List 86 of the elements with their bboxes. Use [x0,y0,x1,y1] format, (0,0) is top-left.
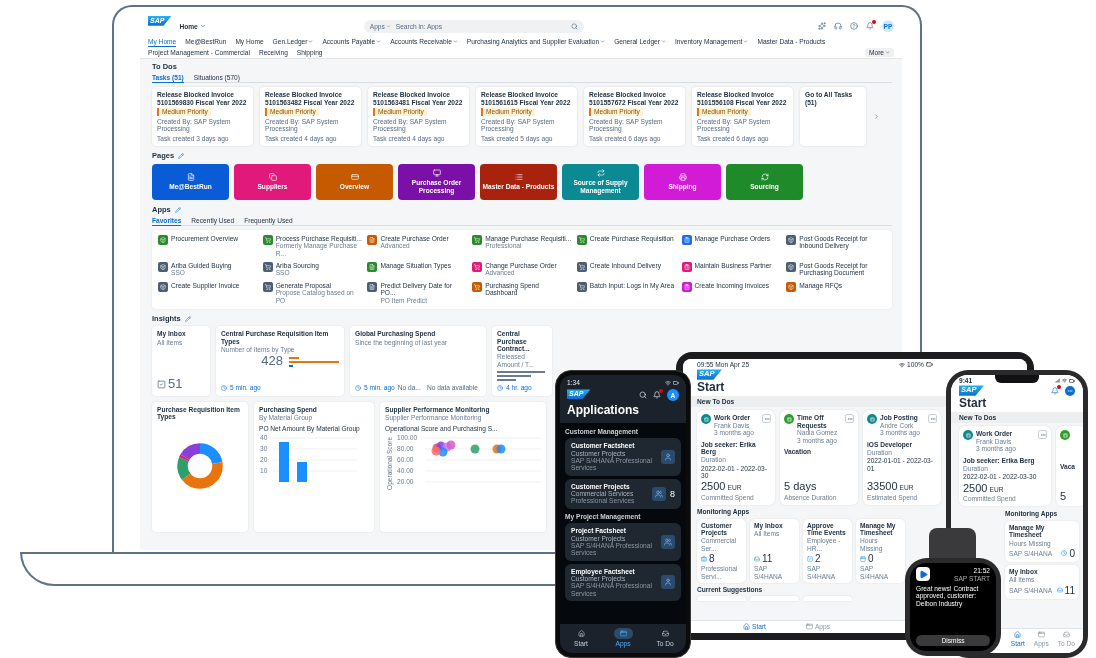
caret-icon [385,23,391,29]
briefcase-icon [701,555,707,562]
documents-icon [268,172,277,181]
count-value: 8 [709,553,715,565]
chevron-right-icon[interactable] [873,113,880,121]
amount-value: 2500 [701,480,726,493]
app-icon-background[interactable] [661,449,675,464]
bell-icon [866,22,874,30]
checkbox-icon [157,379,166,389]
bell-icon [653,391,661,400]
user-avatar[interactable] [1065,385,1075,396]
notifications-button[interactable] [866,22,874,30]
ellipsis-icon [1067,387,1073,394]
caret-icon [199,23,206,29]
document-icon [186,172,195,181]
wifi-icon [899,361,906,368]
inbox-icon [661,630,669,637]
notifications-button[interactable] [1051,386,1059,395]
amount-value: 5 days [784,480,817,493]
checkmark-icon [807,555,813,562]
house-icon [1014,631,1022,638]
window-icon [619,630,627,637]
mini-bar-list-drawing [289,356,339,367]
window-icon [805,623,813,630]
person-icon [664,452,672,461]
ellipsis-icon [1039,431,1046,438]
calendar-icon [860,555,866,562]
edit-icon[interactable] [184,316,191,323]
sparkle-icon[interactable] [818,22,826,30]
ellipsis-icon [763,415,770,422]
printer-icon [678,172,687,181]
count-value: 428 [261,354,283,369]
house-icon [743,623,750,630]
notifications-button[interactable] [653,391,661,400]
app-icon-background[interactable] [661,575,675,590]
people-icon [655,489,663,498]
more-button[interactable] [928,414,937,424]
count-value: 51 [168,377,183,392]
list-icon [514,172,523,181]
edit-icon[interactable] [174,206,181,213]
status-icons-drawing [665,379,679,386]
person-icon [664,578,672,587]
clock-icon [497,384,503,391]
amount-value: 5 [1060,490,1067,503]
page-title: Start [697,380,725,395]
window-icon [1037,631,1045,638]
monitor-icon [432,169,441,178]
card-icon [350,172,359,181]
amount-value: 2500 [963,481,988,494]
app-icon-background[interactable] [652,486,666,501]
donut-chart-drawing [177,443,223,490]
count-value: 11 [762,553,773,565]
battery-icon [925,361,933,369]
page-title: Start [959,396,987,411]
count-value: 0 [1069,547,1075,560]
bell-icon [1051,386,1059,395]
bar-chart-drawing [279,441,307,482]
ellipsis-icon [929,415,936,422]
app-icon-background[interactable] [661,534,675,549]
clock-icon [221,384,227,391]
more-button[interactable] [845,414,854,424]
clock-icon [1061,550,1068,557]
count-value: 0 [868,553,874,565]
camera-notch [995,375,1039,383]
count-value: 8 [670,488,675,499]
headset-icon[interactable] [834,22,842,30]
mini-bar-list-drawing [497,371,545,382]
more-button[interactable] [1038,430,1047,440]
count-value: 2 [815,553,821,565]
ellipsis-icon [846,415,853,422]
inbox-icon [1062,631,1070,638]
clock-icon [355,384,361,391]
exchange-icon [596,169,605,178]
inbox-icon [1056,587,1063,594]
caret-icon [885,50,890,55]
amount-value: 33500 [867,480,898,493]
help-icon[interactable] [850,22,858,30]
count-value: 11 [1064,584,1075,596]
status-icons-drawing [1055,377,1075,384]
edit-icon[interactable] [178,153,185,160]
more-button[interactable] [762,414,771,424]
inbox-icon [754,555,760,562]
people-icon [664,537,672,546]
page-title: Applications [567,404,639,418]
refresh-icon [760,172,769,181]
house-icon [577,630,585,637]
